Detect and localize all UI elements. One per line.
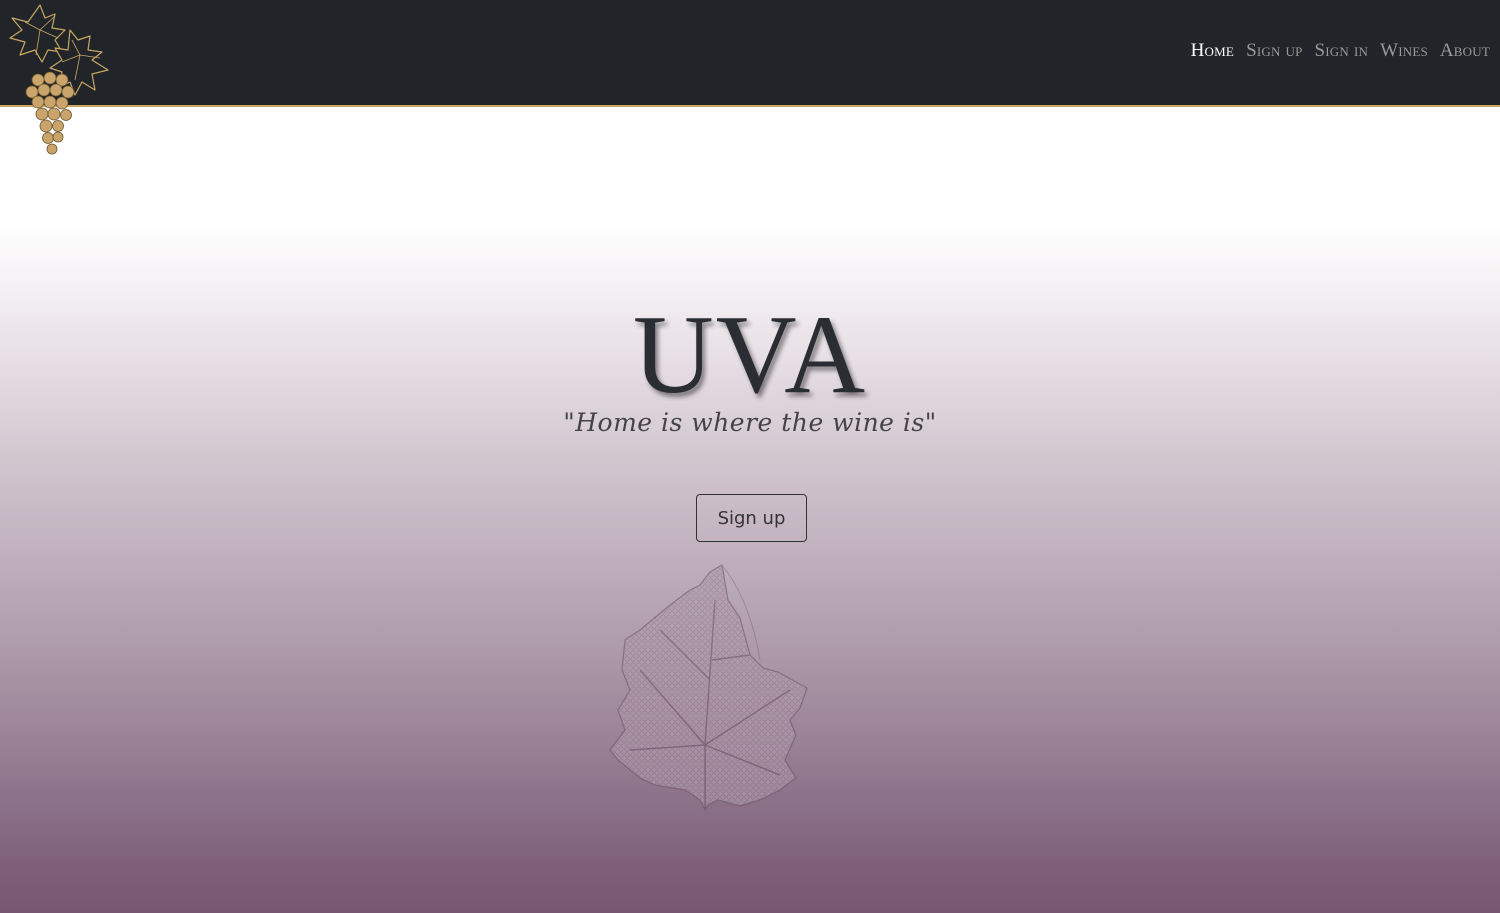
- nav-item-wines[interactable]: Wines: [1380, 40, 1428, 62]
- nav-item-home[interactable]: Home: [1191, 40, 1234, 62]
- hero-signup-button[interactable]: Sign up: [696, 494, 807, 542]
- hero-title: UVA: [632, 293, 868, 417]
- top-navbar: Home Sign up Sign in Wines About: [0, 0, 1500, 107]
- vine-leaf-icon: [609, 564, 808, 812]
- hero-tagline: "Home is where the wine is": [563, 408, 937, 437]
- nav-item-sign-up[interactable]: Sign up: [1246, 40, 1302, 62]
- nav-links: Home Sign up Sign in Wines About: [1191, 40, 1490, 62]
- nav-item-about[interactable]: About: [1440, 40, 1490, 62]
- nav-item-sign-in[interactable]: Sign in: [1315, 40, 1369, 62]
- hero-section: UVA "Home is where the wine is" Sign up: [0, 0, 1500, 913]
- grape-cluster-icon[interactable]: [0, 0, 120, 170]
